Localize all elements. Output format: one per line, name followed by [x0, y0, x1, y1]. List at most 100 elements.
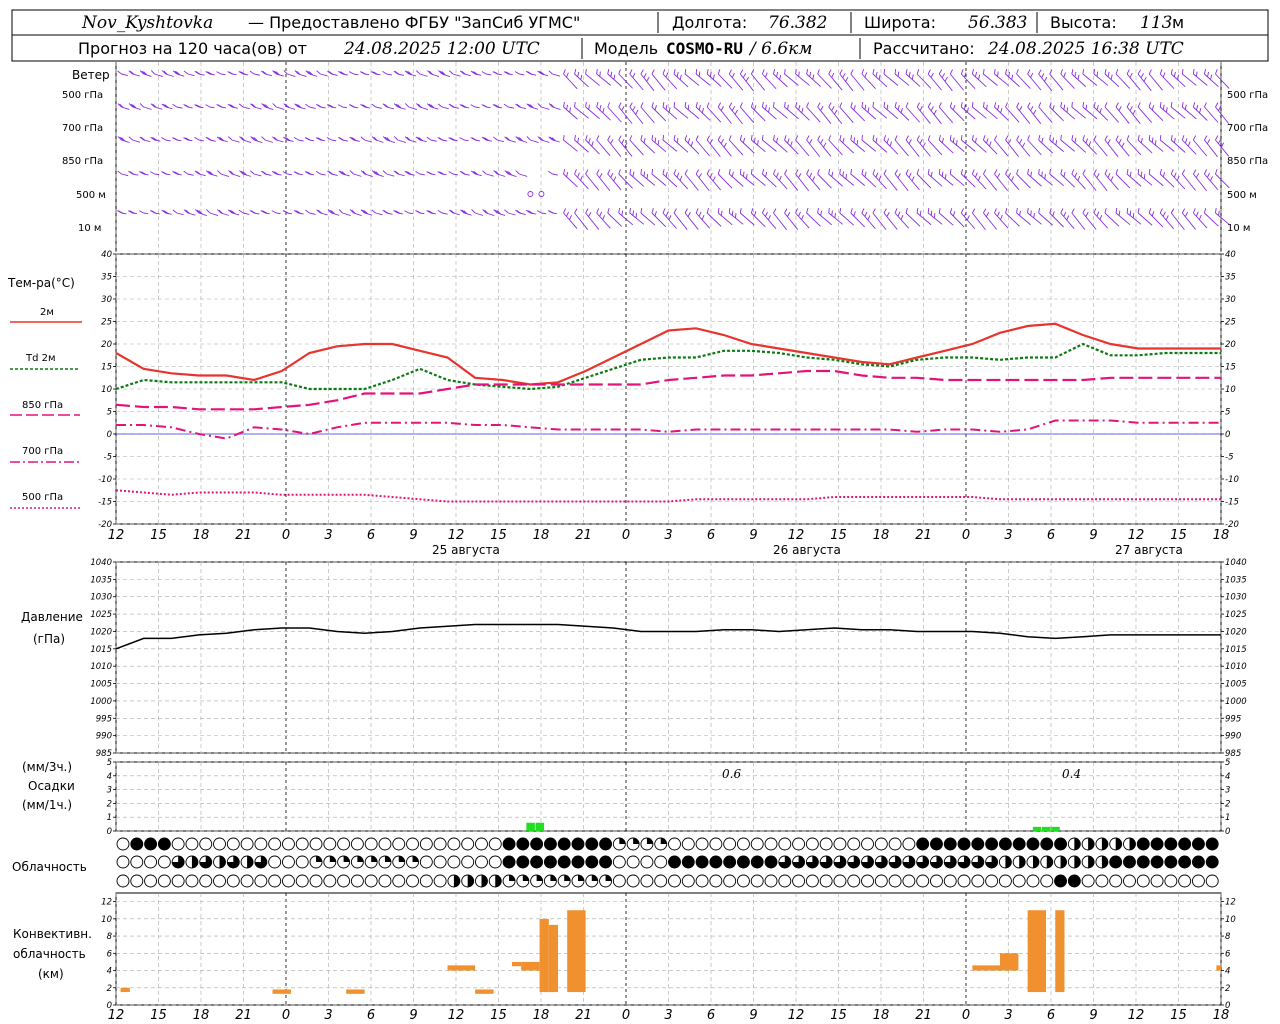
wind-barb — [1148, 106, 1164, 122]
wind-barb-feather — [161, 137, 166, 141]
x-tick-label: 21 — [915, 1008, 932, 1023]
cloud-symbol — [378, 874, 392, 888]
wind-barb-feather — [687, 104, 690, 110]
wind-barb-feather — [784, 135, 787, 141]
wind-barb-feather — [1170, 169, 1174, 175]
cloud-symbol — [764, 874, 778, 888]
wind-barb-feather — [728, 135, 732, 141]
calc-time: 24.08.2025 16:38 UTC — [987, 39, 1184, 59]
wind-barb — [983, 106, 998, 120]
wind-barb-feather — [817, 69, 820, 75]
wind-barb-feather — [1206, 172, 1210, 178]
y-tick-label: 10 — [1225, 915, 1236, 925]
x-tick-label: 18 — [1213, 1008, 1230, 1023]
wind-barb — [872, 212, 887, 231]
cloud-symbol — [419, 855, 433, 869]
wind-barb-feather — [717, 135, 721, 141]
cloud-symbols — [116, 837, 1219, 888]
wind-barb — [640, 139, 656, 154]
wind-barb-feather — [831, 210, 833, 216]
wind-barb — [176, 106, 183, 109]
wind-barb-feather — [1027, 135, 1030, 141]
convective-bars — [120, 910, 1221, 994]
cloud-fill — [481, 875, 488, 887]
wind-barb-feather — [801, 107, 804, 113]
cloud-symbol — [612, 874, 626, 888]
wind-barb-feather — [908, 71, 911, 77]
wind-barb-feather — [773, 169, 776, 175]
y-tick-label: 2 — [107, 799, 112, 809]
wind-barb — [596, 173, 611, 192]
wind-barb-feather — [908, 172, 912, 178]
wind-barb-feather — [640, 135, 643, 141]
wind-barb — [938, 139, 954, 154]
wind-barb-feather — [228, 136, 233, 141]
wind-barb-feather — [963, 171, 967, 178]
wind-barb — [121, 173, 129, 177]
wind-barb-feather — [1060, 101, 1063, 108]
calc-label: Рассчитано: — [873, 39, 975, 58]
y-tick-label: 1 — [1225, 813, 1230, 823]
y-tick-label: 1005 — [90, 680, 112, 690]
wind-barb-feather — [861, 208, 865, 214]
cloud-symbol — [392, 874, 406, 888]
x-tick-label: 3 — [324, 1008, 332, 1023]
wind-barb-feather — [938, 208, 941, 214]
wind-barb-feather — [1137, 102, 1141, 108]
wind-barb-feather — [938, 102, 942, 108]
wind-barb — [994, 73, 1009, 86]
wind-barb-feather — [750, 168, 753, 175]
wind-barb-feather — [842, 171, 844, 177]
wind-barb — [1005, 212, 1020, 227]
wind-barb — [209, 106, 215, 109]
wind-barb — [320, 173, 326, 176]
convective-bar — [548, 924, 558, 993]
cloud-symbol — [116, 855, 130, 869]
wind-barb — [1182, 73, 1197, 86]
wind-barb-feather — [613, 74, 616, 80]
wind-barb-feather — [1011, 74, 1014, 80]
wind-barb-feather — [1118, 106, 1122, 111]
wind-barb-feather — [787, 104, 789, 110]
wind-barb-feather — [886, 104, 889, 110]
wind-barb — [762, 73, 777, 90]
wind-barb — [408, 212, 414, 215]
wind-barb-feather — [949, 69, 953, 75]
wind-barb — [1016, 139, 1031, 157]
wind-barb — [1049, 106, 1064, 122]
cloud-fill — [219, 856, 226, 868]
precip-annotation: 0.4 — [1062, 767, 1081, 781]
wind-barb-feather — [1115, 135, 1119, 141]
wind-barb-feather — [1030, 106, 1034, 111]
wind-barb-feather — [765, 104, 767, 110]
legend-label-500: 500 гПа — [22, 492, 63, 503]
wind-barb-feather — [1030, 171, 1033, 177]
wind-barb — [949, 73, 964, 91]
wind-barb-feather — [629, 135, 633, 141]
wind-barb — [960, 73, 976, 89]
cloud-symbol — [736, 874, 750, 888]
cloud-symbol — [709, 837, 723, 851]
wind-barb-feather — [563, 134, 565, 141]
wind-barb-feather — [679, 175, 683, 181]
wind-barb-feather — [1181, 101, 1184, 108]
wind-barb-feather — [668, 107, 671, 113]
wind-barb-feather — [1107, 172, 1111, 178]
wind-barb-feather — [712, 176, 716, 182]
wind-barb — [651, 173, 667, 186]
cloud-symbol — [116, 837, 130, 851]
wind-barb-feather — [602, 107, 605, 113]
wind-barb-feather — [679, 74, 682, 80]
cloud-symbol — [971, 874, 985, 888]
wind-barb-feather — [717, 207, 720, 214]
cloud-fill — [599, 838, 612, 850]
wind-barb — [508, 106, 515, 109]
cloud-fill — [571, 838, 584, 850]
cloud-symbol — [309, 874, 323, 888]
wind-barb-feather — [861, 134, 863, 141]
wind-barb — [397, 139, 406, 143]
wind-barb-feather — [1022, 142, 1026, 148]
wind-barb — [717, 139, 732, 157]
cloud-symbol — [1191, 874, 1205, 888]
convective-grid: 12 1210 108 86 64 42 20 0 — [101, 892, 1236, 1011]
